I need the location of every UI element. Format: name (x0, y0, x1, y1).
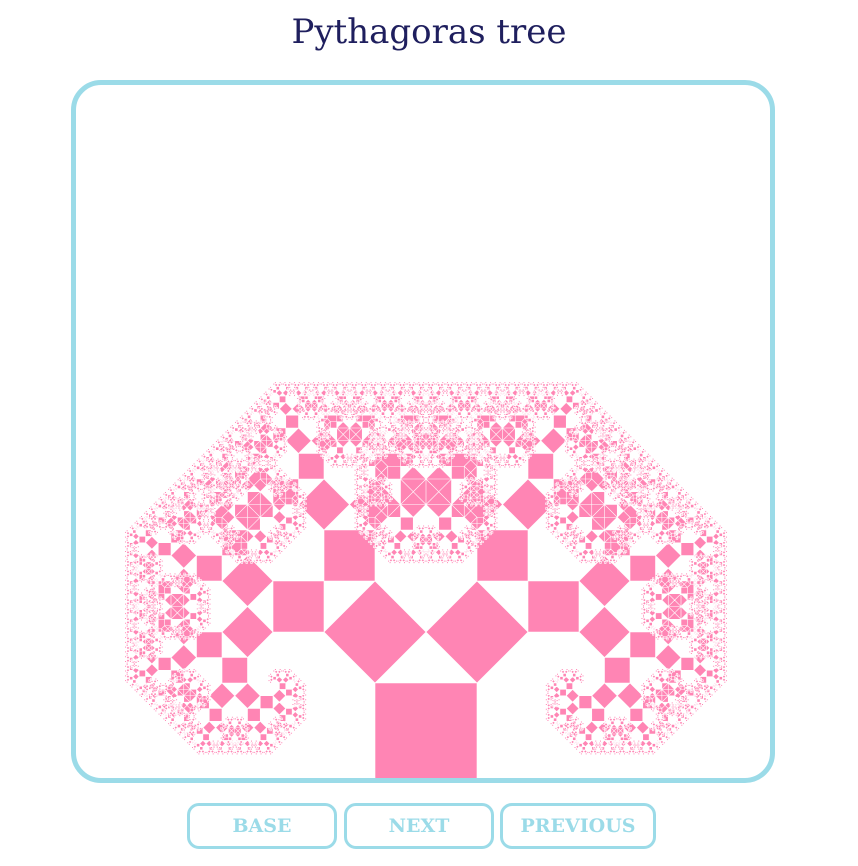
tree-canvas[interactable] (71, 80, 775, 783)
pythagoras-tree-drawing (124, 381, 728, 778)
tree-squares (124, 381, 728, 778)
previous-button[interactable]: PREVIOUS (500, 803, 656, 849)
control-buttons: BASE NEXT PREVIOUS (0, 803, 858, 855)
page-title: Pythagoras tree (291, 12, 567, 52)
next-button[interactable]: NEXT (344, 803, 494, 849)
base-button[interactable]: BASE (187, 803, 337, 849)
